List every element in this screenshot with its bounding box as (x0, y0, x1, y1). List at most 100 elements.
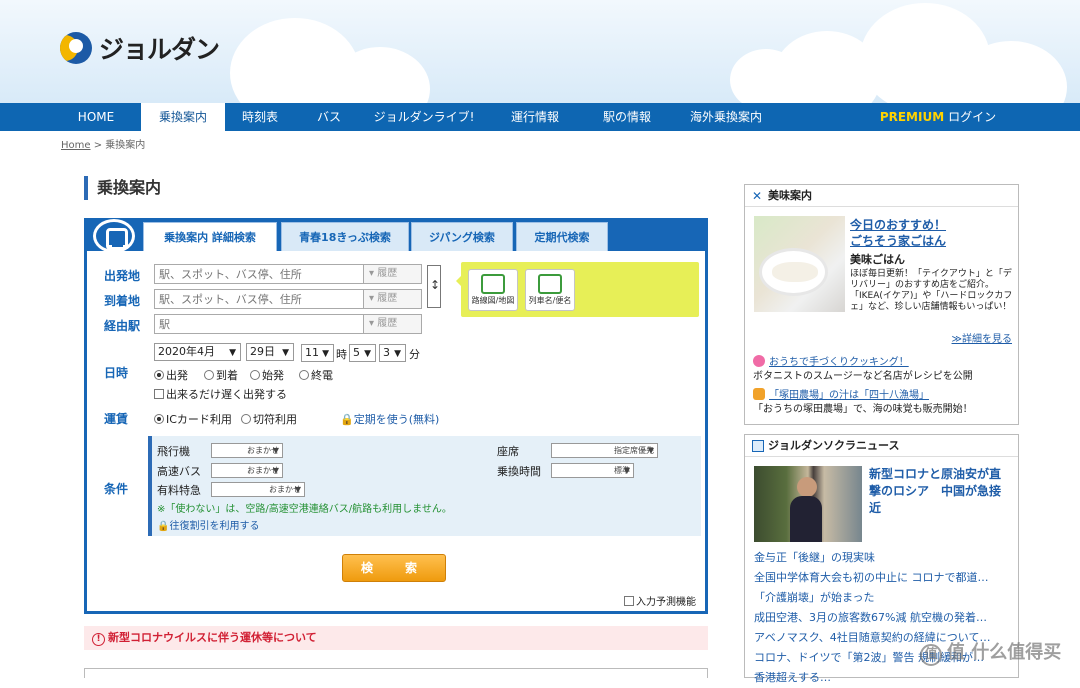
breadcrumb-home[interactable]: Home (61, 140, 91, 151)
premium-login[interactable]: PREMIUM ログイン (878, 103, 998, 131)
select-arrow-icon: ▼ (282, 348, 289, 358)
food-image[interactable] (754, 216, 845, 312)
lock-icon: 🔒 (157, 521, 170, 532)
first-train-radio[interactable]: 始発 (250, 367, 284, 383)
gourmet-description: ほぼ毎日更新！「テイクアウト」と「デリバリー」のおすすめ店をご紹介。「IKEA(… (850, 269, 1013, 312)
jorudan-logo[interactable]: ジョルダン (60, 30, 220, 66)
conditions-label: 条件 (104, 482, 129, 496)
gourmet-title: ✕ 美味案内 (745, 185, 1018, 207)
featured-news-link[interactable]: 新型コロナと原油安が直撃のロシア 中国が急接近 (869, 466, 1009, 517)
ic-card-radio[interactable]: ICカード利用 (154, 411, 232, 427)
conditions-note: ※「使わない」は、空路/高速空港連絡バス/航路も利用しません。 (157, 504, 452, 515)
tsukada-farm-feature[interactable]: 「塚田農場」の汁は「四十八漁場」 「おうちの塚田農場」で、海の味覚も販売開始！ (753, 388, 973, 417)
arrival-label: 到着地 (104, 294, 141, 308)
via-label: 経由駅 (104, 319, 141, 333)
select-arrow-icon: ▼ (272, 446, 279, 455)
day-select[interactable]: 29日 ▼ (246, 343, 294, 361)
swap-stations-button[interactable] (427, 265, 441, 308)
cooking-feature[interactable]: おうちで手づくりクッキング！ ボタニストのスムージーなど名店がレシピを公開 (753, 355, 973, 384)
news-list-item[interactable]: 香港超えする… (754, 668, 1009, 688)
news-list-item[interactable]: 全国中学体育大会も初の中止に コロナで都道… (754, 568, 1009, 588)
news-list: 金与正「後継」の現実味 全国中学体育大会も初の中止に コロナで都道… 「介護崩壊… (754, 548, 1009, 688)
via-input[interactable] (154, 314, 365, 334)
watermark: 值值 什么值得买 (920, 638, 1070, 666)
gourmet-box: ✕ 美味案内 今日のおすすめ！ ごちそう家ごはん 美味ごはん ほぼ毎日更新！「テイ… (744, 184, 1019, 425)
nav-timetable[interactable]: 時刻表 (232, 103, 288, 131)
via-history[interactable]: ▾ 履歴 (363, 314, 422, 334)
nav-jorudan-live[interactable]: ジョルダンライブ! (372, 103, 476, 131)
arrival-history[interactable]: ▾ 履歴 (363, 289, 422, 309)
select-arrow-icon: ▼ (647, 446, 654, 455)
more-details-link[interactable]: ≫詳細を見る (952, 330, 1012, 345)
seat-select[interactable]: 指定席優先 ▼ (551, 443, 658, 458)
train-name-button[interactable]: 列車名/便名 (525, 269, 575, 311)
news-list-item[interactable]: 金与正「後継」の現実味 (754, 548, 1009, 568)
breadcrumb-current: 乗換案内 (105, 140, 146, 151)
nav-transfer-guide[interactable]: 乗換案内 (141, 103, 225, 131)
seat-label: 座席 (497, 445, 519, 458)
transfer-time-select[interactable]: 標準 ▼ (551, 463, 634, 478)
limited-express-label: 有料特急 (157, 484, 201, 497)
train-icon (93, 219, 135, 253)
nav-bus[interactable]: バス (305, 103, 353, 131)
route-map-icon (481, 274, 505, 294)
departure-label: 出発地 (104, 269, 141, 283)
jorudan-logo-icon (60, 32, 92, 64)
flight-label: 飛行機 (157, 445, 190, 458)
news-list-item[interactable]: 成田空港、3月の旅客数67%減 航空機の発着… (754, 608, 1009, 628)
search-button[interactable]: 検 索 (342, 554, 446, 582)
hour-unit: 時 (336, 348, 347, 361)
gourmet-subtitle: 美味ごはん (850, 253, 905, 266)
fork-knife-icon: ✕ (752, 189, 763, 203)
nav-station-info[interactable]: 駅の情報 (592, 103, 662, 131)
page-title: 乗換案内 (84, 176, 161, 200)
autocomplete-checkbox[interactable]: 入力予測機能 (624, 593, 696, 608)
news-title: ジョルダンソクラニュース (745, 435, 1018, 457)
late-departure-checkbox[interactable]: 出来るだけ遅く出発する (154, 386, 287, 402)
search-conditions: 飛行機 高速バス 有料特急 おまかせ ▼ おまかせ ▼ おまかせ ▼ 座席 乗換時間 … (148, 436, 701, 536)
departure-input[interactable] (154, 264, 365, 284)
departure-radio[interactable]: 出発 (154, 367, 188, 383)
departure-history[interactable]: ▾ 履歴 (363, 264, 422, 284)
news-list-item[interactable]: 「介護崩壊」が始まった (754, 588, 1009, 608)
limited-express-select[interactable]: おまかせ ▼ (211, 482, 305, 497)
tab-commuter-pass[interactable]: 定期代検索 (516, 222, 608, 251)
hour-select[interactable]: 11 ▼ (301, 344, 334, 362)
brand-name: ジョルダン (99, 35, 220, 64)
nav-home[interactable]: HOME (66, 103, 126, 131)
year-month-select[interactable]: 2020年4月 ▼ (154, 343, 241, 361)
express-bus-select[interactable]: おまかせ ▼ (211, 463, 283, 478)
covid-notice[interactable]: ! 新型コロナウイルスに伴う運休等について (84, 626, 708, 650)
main-navigation: HOME 乗換案内 時刻表 バス ジョルダンライブ! 運行情報 駅の情報 海外乗… (0, 103, 1080, 131)
arrival-input[interactable] (154, 289, 365, 309)
commuter-pass-link[interactable]: 🔒定期を使う(無料) (340, 411, 439, 427)
map-train-tools: 路線図/地図 列車名/便名 (456, 262, 699, 317)
route-map-button[interactable]: 路線図/地図 (468, 269, 518, 311)
tab-detailed-search[interactable]: 乗換案内 詳細検索 (143, 222, 277, 251)
ticket-radio[interactable]: 切符利用 (241, 411, 297, 427)
news-photo[interactable] (754, 466, 862, 542)
home-dining-link[interactable]: ごちそう家ごはん (850, 232, 946, 249)
nav-service-status[interactable]: 運行情報 (500, 103, 570, 131)
search-tabs-bar: 乗換案内 詳細検索 青春18きっぷ検索 ジパング検索 定期代検索 (87, 219, 705, 253)
round-trip-discount-link[interactable]: 🔒往復割引を利用する (157, 517, 259, 532)
next-section-box (84, 668, 708, 678)
site-header: ジョルダン (0, 0, 1080, 133)
flight-select[interactable]: おまかせ ▼ (211, 443, 283, 458)
login-label: ログイン (948, 110, 997, 124)
history-chevron-icon: ▾ (369, 293, 378, 304)
lock-icon: 🔒 (340, 413, 354, 426)
tab-seishun-18[interactable]: 青春18きっぷ検索 (281, 222, 409, 251)
last-train-radio[interactable]: 終電 (299, 367, 333, 383)
heart-icon (753, 355, 765, 367)
arrival-radio[interactable]: 到着 (204, 367, 238, 383)
minute-ones-select[interactable]: 3 ▼ (379, 344, 406, 362)
today-recommendation-link[interactable]: 今日のおすすめ！ (850, 216, 946, 233)
nav-overseas-transfer[interactable]: 海外乗換案内 (681, 103, 771, 131)
minute-tens-select[interactable]: 5 ▼ (349, 344, 376, 362)
fare-label: 運賃 (104, 412, 129, 426)
breadcrumb: Home > 乗換案内 (61, 136, 145, 151)
history-chevron-icon: ▾ (369, 268, 378, 279)
select-arrow-icon: ▼ (294, 485, 301, 494)
tab-zipangu[interactable]: ジパング検索 (411, 222, 513, 251)
